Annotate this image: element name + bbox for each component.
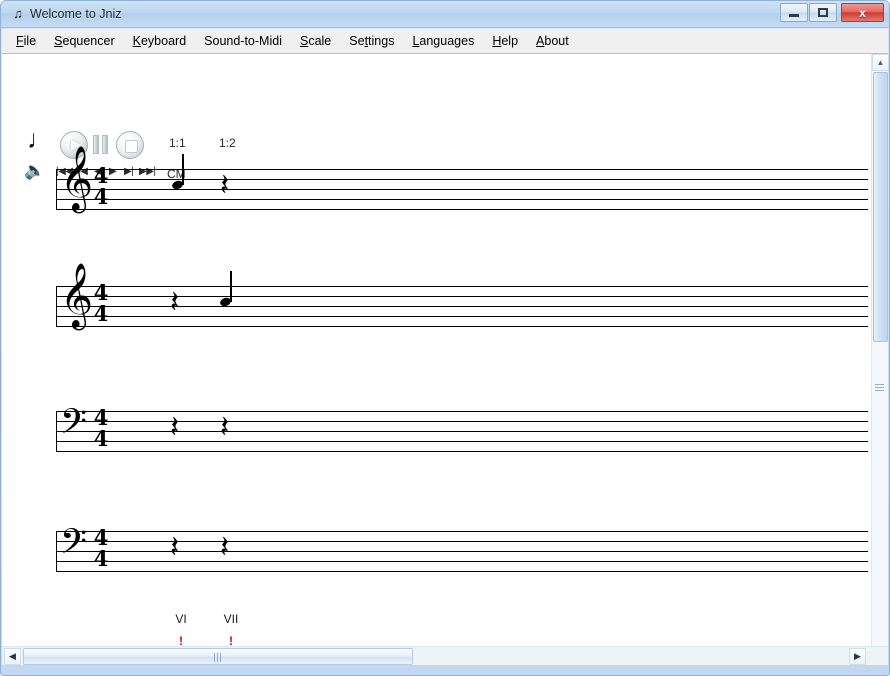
menu-item-help[interactable]: Help: [484, 31, 526, 51]
vertical-scrollbar[interactable]: ▲: [871, 54, 889, 646]
menu-item-scale[interactable]: Scale: [292, 31, 339, 51]
quarter-rest[interactable]: 𝄽: [220, 413, 229, 443]
window-title: Welcome to Jniz: [30, 7, 122, 21]
time-signature-denominator: 4: [93, 546, 109, 571]
staff-line: [56, 451, 868, 452]
horizontal-scrollbar-thumb[interactable]: [23, 648, 413, 665]
warning-marker[interactable]: !: [166, 634, 196, 646]
quarter-rest[interactable]: 𝄽: [220, 171, 229, 201]
time-signature-denominator: 4: [93, 184, 109, 209]
time-signature-numerator: 4: [93, 163, 109, 188]
pause-button[interactable]: [92, 135, 111, 154]
warning-marker[interactable]: !: [216, 634, 246, 646]
menu-item-keyboard[interactable]: Keyboard: [125, 31, 195, 51]
bass-clef-icon: 𝄢: [60, 401, 88, 450]
staff-line: [56, 326, 868, 327]
staff-4[interactable]: 𝄢 4 4 𝄽 𝄽: [56, 525, 868, 572]
menu-item-file[interactable]: File: [8, 31, 44, 51]
scroll-right-button[interactable]: ▶: [849, 648, 866, 665]
staff-1[interactable]: 𝄞 4 4 𝄽: [56, 151, 868, 210]
score-canvas[interactable]: ♩ 🔈 |◀◀ |◀ ◀ ▶ ▶| ▶▶| 1:1 1:2 CM 𝄞 4 4 𝄽 𝄞 4 4…: [2, 54, 888, 646]
application-window: ♫ Welcome to Jniz x File Sequencer Keybo…: [0, 0, 890, 676]
minimize-icon: [781, 4, 807, 21]
menu-item-sequencer[interactable]: Sequencer: [46, 31, 122, 51]
stop-button[interactable]: [116, 131, 144, 159]
scrollbar-corner: [870, 648, 887, 665]
horizontal-scrollbar-grip: [214, 653, 223, 662]
quarter-note-icon[interactable]: ♩: [27, 126, 53, 152]
quarter-note[interactable]: [170, 154, 186, 191]
close-button[interactable]: x: [841, 3, 884, 22]
horizontal-scrollbar[interactable]: ◀ ▶: [2, 646, 888, 665]
staff-3[interactable]: 𝄢 4 4 𝄽 𝄽: [56, 405, 868, 452]
pause-bar-left: [93, 135, 99, 154]
time-signature-numerator: 4: [93, 525, 109, 550]
bass-clef-icon: 𝄢: [60, 521, 88, 570]
staff-2[interactable]: 𝄞 4 4 𝄽: [56, 268, 868, 327]
scroll-up-button[interactable]: ▲: [872, 54, 889, 71]
barline: [56, 531, 57, 572]
music-note-icon: ♫: [13, 6, 23, 21]
title-bar: ♫ Welcome to Jniz x: [1, 1, 889, 28]
quarter-rest[interactable]: 𝄽: [170, 413, 179, 443]
time-signature-denominator: 4: [93, 426, 109, 451]
minimize-button[interactable]: [780, 3, 808, 22]
menu-bar: File Sequencer Keyboard Sound-to-Midi Sc…: [2, 29, 888, 54]
menu-item-languages[interactable]: Languages: [404, 31, 482, 51]
staff-line: [56, 209, 868, 210]
vertical-scrollbar-thumb[interactable]: [873, 72, 888, 342]
note-stem: [230, 271, 232, 302]
roman-numeral: VII: [223, 612, 239, 626]
time-signature-numerator: 4: [93, 280, 109, 305]
staff-line: [56, 571, 868, 572]
roman-numeral: VI: [175, 612, 187, 626]
speaker-icon[interactable]: 🔈: [24, 162, 45, 179]
quarter-rest[interactable]: 𝄽: [220, 533, 229, 563]
maximize-button[interactable]: [809, 3, 837, 22]
maximize-icon: [810, 4, 836, 21]
barline: [56, 169, 57, 210]
transport-toolbar: ♩ 🔈 |◀◀ |◀ ◀ ▶ ▶| ▶▶| 1:1 1:2 CM: [2, 54, 888, 181]
staff-line: [56, 199, 868, 200]
position-indicator-1: 1:1: [169, 136, 186, 150]
position-indicator-2: 1:2: [219, 136, 236, 150]
scroll-left-button[interactable]: ◀: [4, 648, 21, 665]
treble-clef-icon: 𝄞: [60, 146, 94, 211]
time-signature-numerator: 4: [93, 405, 109, 430]
menu-item-settings[interactable]: Settings: [341, 31, 402, 51]
menu-item-about[interactable]: About: [528, 31, 577, 51]
close-icon: x: [859, 5, 866, 20]
menu-item-sound-to-midi[interactable]: Sound-to-Midi: [196, 31, 290, 51]
time-signature-denominator: 4: [93, 301, 109, 326]
treble-clef-icon: 𝄞: [60, 263, 94, 328]
quarter-rest[interactable]: 𝄽: [170, 533, 179, 563]
barline: [56, 411, 57, 452]
quarter-note[interactable]: [218, 271, 234, 308]
barline: [56, 286, 57, 327]
vertical-scrollbar-grip: [875, 384, 884, 391]
quarter-rest[interactable]: 𝄽: [170, 288, 179, 318]
note-stem: [182, 154, 184, 185]
pause-bar-right: [102, 135, 108, 154]
